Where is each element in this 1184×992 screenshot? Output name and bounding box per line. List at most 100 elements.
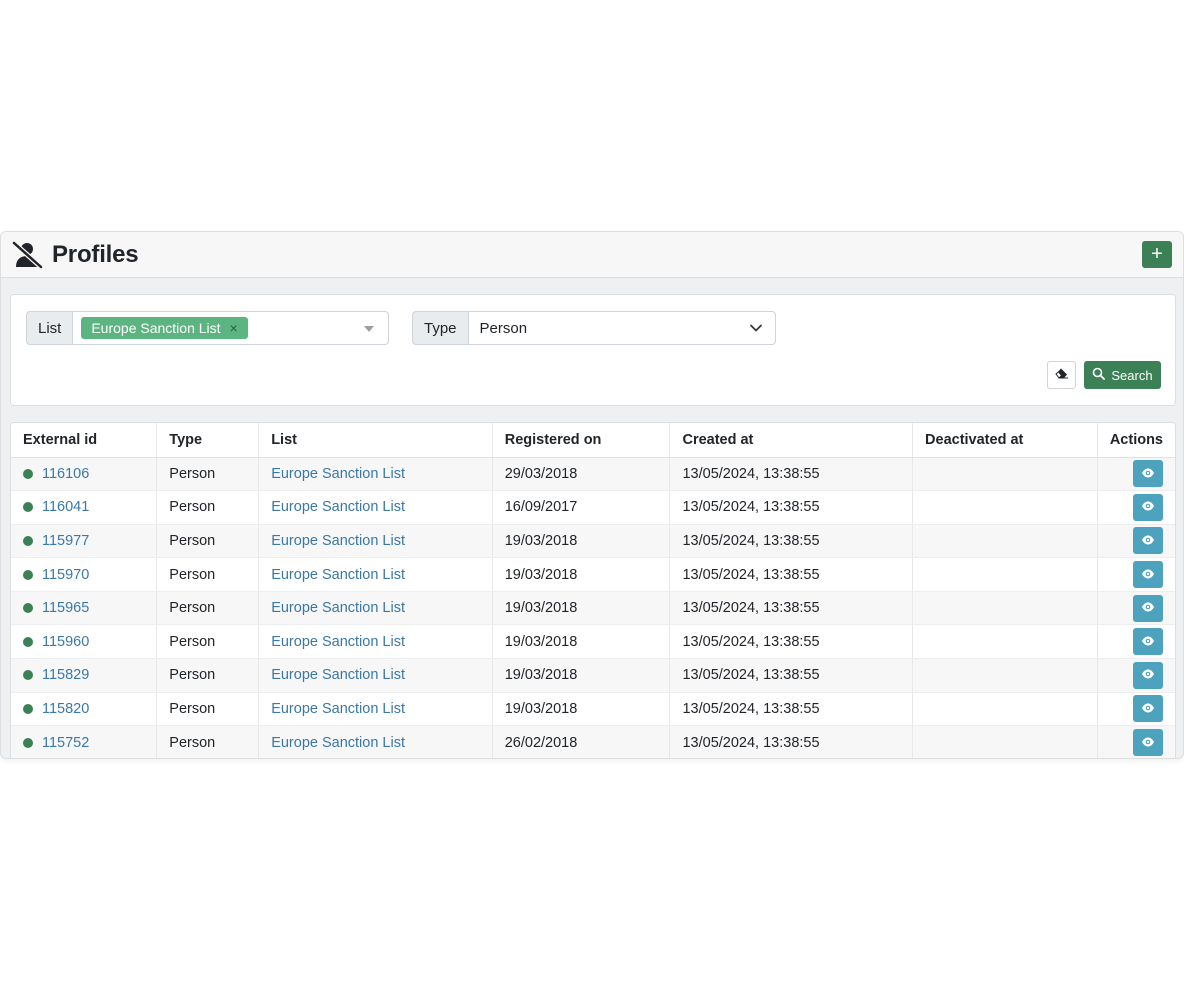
registered-on-cell: 16/09/2017 xyxy=(492,490,671,525)
list-link[interactable]: Europe Sanction List xyxy=(271,634,405,650)
column-header[interactable]: External id xyxy=(11,423,158,458)
deactivated-at-cell xyxy=(912,557,1098,592)
clear-filters-button[interactable] xyxy=(1047,361,1076,389)
external-id-cell: 116041 xyxy=(11,490,158,525)
actions-cell xyxy=(1097,490,1175,525)
view-profile-button[interactable] xyxy=(1133,594,1163,622)
registered-on-cell: 19/03/2018 xyxy=(492,557,671,592)
status-dot-icon xyxy=(23,535,33,546)
list-link[interactable]: Europe Sanction List xyxy=(271,735,405,751)
list-filter-select[interactable]: Europe Sanction List × xyxy=(72,311,390,345)
page-title: Profiles xyxy=(52,240,139,268)
created-at-cell: 13/05/2024, 13:38:55 xyxy=(669,624,914,660)
search-icon xyxy=(1092,367,1111,383)
search-button[interactable]: Search xyxy=(1084,361,1161,389)
table-row: 116041 Person Europe Sanction List 16/09/20… xyxy=(11,490,1175,525)
caret-down-icon[interactable] xyxy=(364,326,375,332)
view-profile-button[interactable] xyxy=(1133,561,1163,589)
list-link[interactable]: Europe Sanction List xyxy=(271,667,405,683)
table-row: 116106 Person Europe Sanction List 29/03/20… xyxy=(11,457,1175,492)
view-profile-button[interactable] xyxy=(1133,527,1163,555)
status-dot-icon xyxy=(23,502,33,513)
tag-remove-icon[interactable]: × xyxy=(230,320,238,336)
type-cell: Person xyxy=(156,658,260,693)
column-header[interactable]: Type xyxy=(156,423,260,458)
list-link[interactable]: Europe Sanction List xyxy=(271,600,405,616)
external-id-cell: 115829 xyxy=(11,658,158,693)
list-link[interactable]: Europe Sanction List xyxy=(271,466,405,482)
external-id-link[interactable]: 116106 xyxy=(42,466,89,482)
eye-icon xyxy=(1141,600,1155,616)
external-id-link[interactable]: 115977 xyxy=(42,533,89,549)
column-header[interactable]: Deactivated at xyxy=(912,423,1098,458)
actions-cell xyxy=(1097,692,1175,727)
view-profile-button[interactable] xyxy=(1133,661,1163,689)
chevron-down-icon xyxy=(749,321,763,335)
actions-cell xyxy=(1097,557,1175,592)
registered-on-cell: 26/02/2018 xyxy=(492,725,671,758)
list-tag: Europe Sanction List × xyxy=(81,317,248,339)
list-filter-label: List xyxy=(26,311,73,345)
filter-panel: List Europe Sanction List × Type Person xyxy=(10,294,1176,406)
registered-on-cell: 19/03/2018 xyxy=(492,624,671,660)
view-profile-button[interactable] xyxy=(1133,729,1163,757)
view-profile-button[interactable] xyxy=(1133,628,1163,656)
list-link[interactable]: Europe Sanction List xyxy=(271,533,405,549)
type-filter-label: Type xyxy=(412,311,468,345)
list-link[interactable]: Europe Sanction List xyxy=(271,701,405,717)
profiles-card: Profiles + List Europe Sanction List × T… xyxy=(0,231,1184,759)
column-header: Actions xyxy=(1097,423,1175,458)
type-cell: Person xyxy=(156,524,260,559)
external-id-link[interactable]: 115965 xyxy=(42,600,89,616)
type-cell: Person xyxy=(156,457,260,492)
list-cell: Europe Sanction List xyxy=(258,658,493,693)
actions-cell xyxy=(1097,591,1175,626)
created-at-cell: 13/05/2024, 13:38:55 xyxy=(669,658,914,693)
external-id-cell: 115960 xyxy=(11,624,158,660)
created-at-cell: 13/05/2024, 13:38:55 xyxy=(669,490,914,525)
registered-on-cell: 19/03/2018 xyxy=(492,524,671,559)
external-id-cell: 115752 xyxy=(11,725,158,758)
actions-cell xyxy=(1097,624,1175,660)
actions-cell xyxy=(1097,457,1175,492)
type-cell: Person xyxy=(156,557,260,592)
type-cell: Person xyxy=(156,725,260,758)
external-id-link[interactable]: 115752 xyxy=(42,735,89,751)
list-cell: Europe Sanction List xyxy=(258,591,493,626)
search-button-label: Search xyxy=(1111,367,1153,383)
view-profile-button[interactable] xyxy=(1133,695,1163,723)
created-at-cell: 13/05/2024, 13:38:55 xyxy=(669,524,914,559)
type-filter-select[interactable]: Person xyxy=(467,311,776,345)
eye-icon xyxy=(1141,567,1155,583)
column-header[interactable]: Created at xyxy=(669,423,914,458)
external-id-link[interactable]: 115970 xyxy=(42,567,89,583)
list-link[interactable]: Europe Sanction List xyxy=(271,499,405,515)
registered-on-cell: 19/03/2018 xyxy=(492,658,671,693)
deactivated-at-cell xyxy=(912,591,1098,626)
add-profile-button[interactable]: + xyxy=(1142,241,1172,268)
column-header[interactable]: List xyxy=(258,423,493,458)
table-row: 115970 Person Europe Sanction List 19/03/20… xyxy=(11,557,1175,592)
external-id-cell: 115977 xyxy=(11,524,158,559)
column-header[interactable]: Registered on xyxy=(492,423,671,458)
list-link[interactable]: Europe Sanction List xyxy=(271,567,405,583)
table-row: 115977 Person Europe Sanction List 19/03/20… xyxy=(11,524,1175,559)
eye-icon xyxy=(1141,735,1155,751)
view-profile-button[interactable] xyxy=(1133,460,1163,488)
created-at-cell: 13/05/2024, 13:38:55 xyxy=(669,692,914,727)
external-id-link[interactable]: 115829 xyxy=(42,667,89,683)
type-cell: Person xyxy=(156,490,260,525)
card-header: Profiles + xyxy=(1,232,1183,278)
deactivated-at-cell xyxy=(912,490,1098,525)
type-cell: Person xyxy=(156,591,260,626)
external-id-link[interactable]: 116041 xyxy=(42,499,89,515)
deactivated-at-cell xyxy=(912,658,1098,693)
deactivated-at-cell xyxy=(912,624,1098,660)
table-row: 115965 Person Europe Sanction List 19/03/20… xyxy=(11,591,1175,626)
created-at-cell: 13/05/2024, 13:38:55 xyxy=(669,557,914,592)
status-dot-icon xyxy=(23,468,33,479)
external-id-link[interactable]: 115960 xyxy=(42,634,89,650)
external-id-link[interactable]: 115820 xyxy=(42,701,89,717)
view-profile-button[interactable] xyxy=(1133,493,1163,521)
list-cell: Europe Sanction List xyxy=(258,557,493,592)
